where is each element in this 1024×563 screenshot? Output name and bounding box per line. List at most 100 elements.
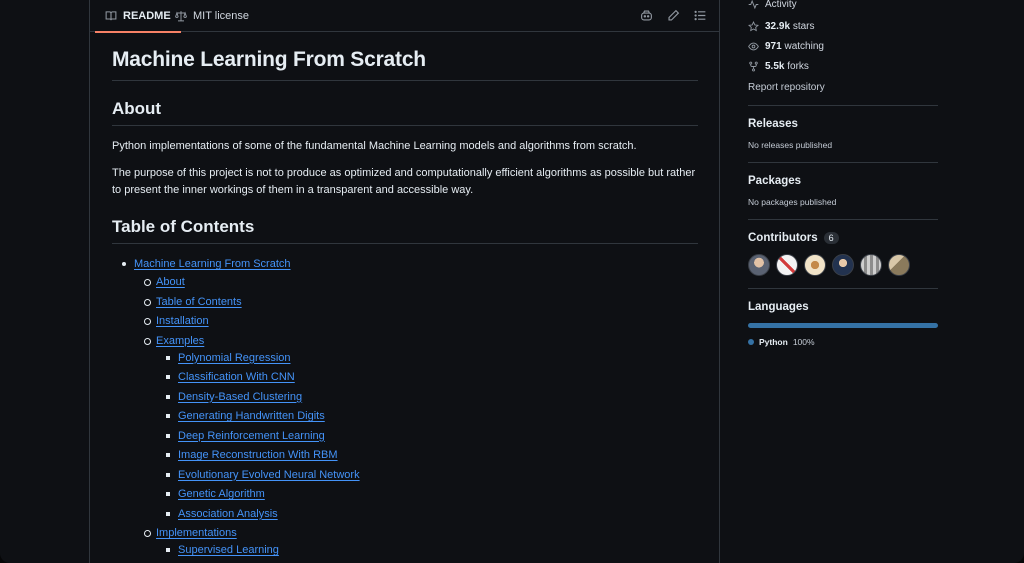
contributors-heading-label: Contributors	[748, 232, 818, 244]
fork-icon	[749, 61, 758, 71]
toc-link-root[interactable]: Machine Learning From Scratch	[134, 258, 291, 270]
contributor-avatars	[748, 254, 938, 276]
stars-label: stars	[792, 20, 815, 32]
language-python[interactable]: Python 100%	[748, 337, 938, 347]
packages-heading[interactable]: Packages	[748, 175, 938, 187]
tab-readme-label: README	[123, 10, 171, 22]
languages-heading: Languages	[748, 301, 938, 313]
tab-license[interactable]: MIT license	[175, 0, 249, 32]
avatar[interactable]	[888, 254, 910, 276]
list-item: Image Reconstruction With RBM	[166, 447, 698, 463]
list-item: Density-Based Clustering	[166, 389, 698, 405]
language-name: Python	[759, 337, 788, 347]
forks-link[interactable]: 5.5k forks	[748, 56, 938, 76]
activity-link[interactable]: Activity	[748, 0, 938, 14]
toc-link-implementation[interactable]: Supervised Learning	[178, 544, 279, 556]
list-item: Installation	[144, 313, 698, 329]
toc-link-examples[interactable]: Examples	[156, 335, 204, 347]
list-item: Classification With CNN	[166, 369, 698, 385]
readme-toolbar	[640, 9, 707, 22]
avatar[interactable]	[748, 254, 770, 276]
star-icon	[748, 20, 759, 31]
watching-count: 971	[765, 40, 782, 52]
list-item: Association Analysis	[166, 506, 698, 522]
packages-text: No packages published	[748, 197, 837, 207]
left-gutter	[0, 0, 89, 563]
list-item: Examples Polynomial Regression Classific…	[144, 333, 698, 522]
about-heading: About	[112, 99, 698, 126]
list-item: Generating Handwritten Digits	[166, 408, 698, 424]
toc-link-example[interactable]: Generating Handwritten Digits	[178, 410, 325, 422]
browser-window: README MIT license Machine Learning From…	[0, 0, 1024, 563]
list-item: Genetic Algorithm	[166, 486, 698, 502]
avatar[interactable]	[860, 254, 882, 276]
toc-heading: Table of Contents	[112, 217, 698, 244]
purpose-text: The purpose of this project is not to pr…	[112, 167, 696, 196]
toc-link-implementations[interactable]: Implementations	[156, 527, 237, 539]
copilot-icon[interactable]	[640, 9, 653, 22]
toc-sublist: About Table of Contents Installation Exa…	[144, 274, 698, 558]
avatar[interactable]	[832, 254, 854, 276]
divider	[748, 219, 938, 220]
stars-link[interactable]: 32.9k stars	[748, 16, 938, 36]
list-item: Table of Contents	[144, 294, 698, 310]
toc-link-example[interactable]: Density-Based Clustering	[178, 391, 302, 403]
stars-count: 32.9k	[765, 20, 791, 32]
list-item: Machine Learning From Scratch About Tabl…	[122, 256, 698, 558]
divider	[748, 288, 938, 289]
about-text: Python implementations of some of the fu…	[112, 140, 637, 152]
watching-label: watching	[784, 40, 824, 52]
list-item: Implementations Supervised Learning	[144, 525, 698, 558]
readme-panel: README MIT license Machine Learning From…	[89, 0, 720, 563]
list-item: Deep Reinforcement Learning	[166, 428, 698, 444]
book-icon	[105, 11, 117, 21]
divider	[748, 162, 938, 163]
toc-link-example[interactable]: Image Reconstruction With RBM	[178, 449, 338, 461]
list-item: Polynomial Regression	[166, 350, 698, 366]
tab-readme[interactable]: README	[95, 0, 181, 33]
forks-label: forks	[787, 60, 809, 72]
forks-count: 5.5k	[765, 60, 785, 72]
releases-text: No releases published	[748, 140, 833, 150]
tab-license-label: MIT license	[193, 10, 250, 22]
report-repository-link[interactable]: Report repository	[748, 82, 938, 93]
contributors-count-badge: 6	[823, 232, 839, 244]
python-dot-icon	[748, 339, 754, 345]
language-percent: 100%	[792, 337, 815, 347]
list-item: Supervised Learning	[166, 542, 698, 558]
toc-link-table-of-contents[interactable]: Table of Contents	[156, 296, 242, 308]
list-outline-icon[interactable]	[694, 9, 707, 22]
list-item: Evolutionary Evolved Neural Network	[166, 467, 698, 483]
readme-header: README MIT license	[90, 0, 719, 33]
toc-link-example[interactable]: Evolutionary Evolved Neural Network	[178, 469, 360, 481]
toc-link-example[interactable]: Deep Reinforcement Learning	[178, 430, 325, 442]
readme-content: Machine Learning From Scratch About Pyth…	[112, 48, 698, 562]
list-item: About	[144, 274, 698, 290]
languages-heading-label: Languages	[748, 301, 809, 313]
releases-heading[interactable]: Releases	[748, 118, 938, 130]
watching-link[interactable]: 971 watching	[748, 36, 938, 56]
repo-sidebar: Activity 32.9k stars 971 watching 5.5k f…	[748, 0, 938, 347]
toc-link-installation[interactable]: Installation	[156, 315, 209, 327]
toc-link-example[interactable]: Classification With CNN	[178, 371, 295, 383]
pulse-icon	[748, 0, 759, 9]
contributors-heading[interactable]: Contributors 6	[748, 232, 938, 244]
packages-heading-label: Packages	[748, 175, 802, 187]
language-bar	[748, 323, 938, 328]
pencil-icon[interactable]	[667, 9, 680, 22]
toc-link-about[interactable]: About	[156, 276, 185, 288]
law-scale-icon	[175, 11, 187, 22]
releases-heading-label: Releases	[748, 118, 798, 130]
activity-label: Activity	[765, 0, 797, 10]
toc-link-example[interactable]: Association Analysis	[178, 508, 278, 520]
avatar[interactable]	[776, 254, 798, 276]
implementations-sublist: Supervised Learning	[166, 542, 698, 558]
examples-sublist: Polynomial Regression Classification Wit…	[166, 350, 698, 522]
divider	[748, 105, 938, 106]
eye-icon	[748, 42, 759, 50]
toc-link-example[interactable]: Genetic Algorithm	[178, 488, 265, 500]
toc-link-example[interactable]: Polynomial Regression	[178, 352, 291, 364]
avatar[interactable]	[804, 254, 826, 276]
readme-title: Machine Learning From Scratch	[112, 48, 698, 81]
toc-list: Machine Learning From Scratch About Tabl…	[122, 256, 698, 558]
